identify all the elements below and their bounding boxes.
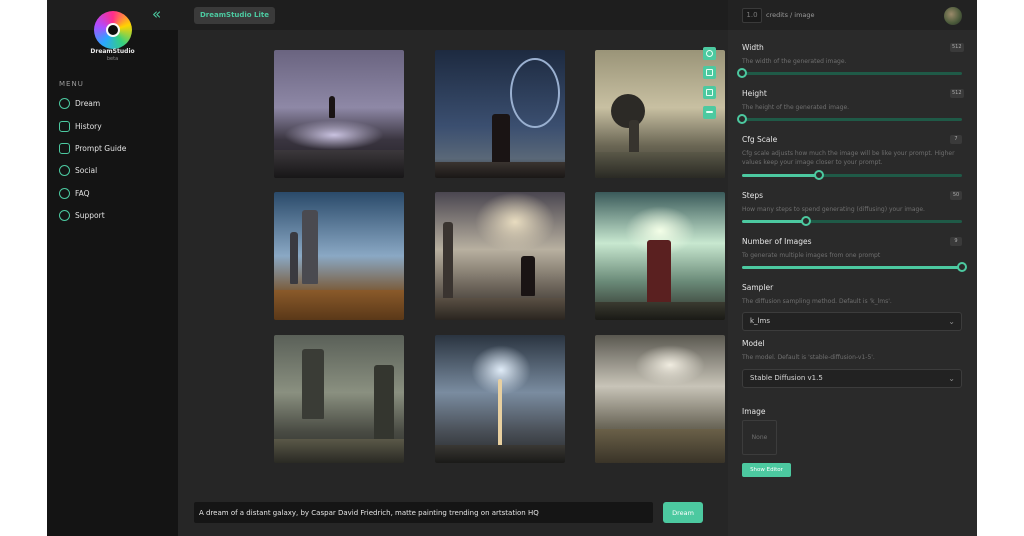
top-bar: DreamStudio Lite [178,0,728,30]
generated-image-8[interactable] [435,335,565,463]
menu-label: MENU [59,80,84,88]
image-title: Image [742,407,766,416]
brand-name: DreamStudio [90,48,135,55]
height-value: 512 [950,89,964,98]
sidebar-item-label: Social [75,165,98,175]
generated-image-6[interactable] [595,192,725,320]
width-desc: The width of the generated image. [742,58,847,65]
slider-fill [742,174,819,177]
num-images-desc: To generate multiple images from one pro… [742,252,881,259]
show-editor-button[interactable]: Show Editor [742,463,791,477]
sidebar-item-support[interactable]: Support [59,207,169,223]
slider-knob[interactable] [737,68,747,78]
prompt-input[interactable] [194,502,653,523]
download-all-button[interactable] [703,86,716,99]
slider-fill [742,220,806,223]
slider-knob[interactable] [737,114,747,124]
minus-icon [706,111,713,113]
credits-label: credits / image [766,11,815,19]
collapse-sidebar-icon[interactable]: « [152,7,161,22]
slider-knob[interactable] [957,262,967,272]
steps-value: 50 [950,191,962,200]
sidebar-item-label: FAQ [75,188,90,198]
file-stack-icon [706,89,713,96]
generated-image-9[interactable] [595,335,725,463]
dream-button[interactable]: Dream [663,502,703,523]
generated-image-5[interactable] [435,192,565,320]
question-icon [59,187,70,199]
chat-icon [59,142,70,154]
num-images-title: Number of Images [742,237,812,246]
generated-image-7[interactable] [274,335,404,463]
width-slider[interactable] [737,68,962,78]
dreamstudio-logo-icon[interactable] [94,11,132,49]
sampler-selected: k_lms [750,317,770,325]
cfg-scale-title: Cfg Scale [742,135,778,144]
slider-fill [742,266,962,269]
height-desc: The height of the generated image. [742,104,850,111]
slider-knob[interactable] [800,216,811,226]
height-slider[interactable] [737,114,962,124]
cfg-scale-desc: Cfg scale adjusts how much the image wil… [742,150,955,166]
brand-sub: beta [106,56,119,62]
settings-panel: 1.0 credits / image Width 512 The width … [728,0,977,536]
steps-desc: How many steps to spend generating (diff… [742,206,925,213]
slider-knob[interactable] [814,170,824,180]
collapse-button[interactable] [703,106,716,119]
sampler-title: Sampler [742,283,774,292]
sidebar-item-prompt-guide[interactable]: Prompt Guide [59,140,169,156]
sidebar-item-social[interactable]: Social [59,162,169,178]
width-value: 512 [950,43,964,52]
logo-eye-icon [106,23,120,37]
sidebar-item-faq[interactable]: FAQ [59,185,169,201]
num-images-slider[interactable] [742,262,967,272]
model-select[interactable]: Stable Diffusion v1.5 ⌄ [742,369,962,388]
close-circle-icon [706,50,713,57]
steps-title: Steps [742,191,763,200]
support-icon [59,209,70,221]
sidebar-item-label: Support [75,210,105,220]
model-selected: Stable Diffusion v1.5 [750,374,823,382]
sampler-select[interactable]: k_lms ⌄ [742,312,962,331]
file-icon [706,69,713,76]
sidebar-item-label: Dream [75,98,101,108]
settings-header: 1.0 credits / image [728,0,977,30]
width-title: Width [742,43,764,52]
dreamstudio-app: DreamStudio beta « MENU Dream History Pr… [47,0,977,536]
download-button[interactable] [703,66,716,79]
model-title: Model [742,339,765,348]
chevron-down-icon: ⌄ [948,374,955,383]
sidebar-item-label: Prompt Guide [75,143,127,153]
height-title: Height [742,89,767,98]
cfg-scale-value: 7 [950,135,962,144]
credits-value: 1.0 [742,8,762,23]
sidebar-item-history[interactable]: History [59,118,169,134]
sidebar-item-label: History [75,121,102,131]
init-image-dropzone[interactable]: None [742,420,777,455]
moon-icon [59,97,70,109]
avatar[interactable] [944,7,962,25]
image-gallery: Dream [178,30,728,536]
num-images-value: 9 [950,237,962,246]
generated-image-1[interactable] [274,50,404,178]
steps-slider[interactable] [742,216,962,226]
chevron-down-icon: ⌄ [948,317,955,326]
cfg-scale-slider[interactable] [742,170,962,180]
generated-image-4[interactable] [274,192,404,320]
sidebar-item-dream[interactable]: Dream [59,95,169,111]
sidebar: DreamStudio beta « MENU Dream History Pr… [47,0,178,536]
clear-images-button[interactable] [703,47,716,60]
users-icon [59,164,70,176]
model-desc: The model. Default is 'stable-diffusion-… [742,354,875,361]
image-icon [59,120,70,132]
generated-image-2[interactable] [435,50,565,178]
tab-dreamstudio-lite[interactable]: DreamStudio Lite [194,7,276,24]
sampler-desc: The diffusion sampling method. Default i… [742,298,892,305]
